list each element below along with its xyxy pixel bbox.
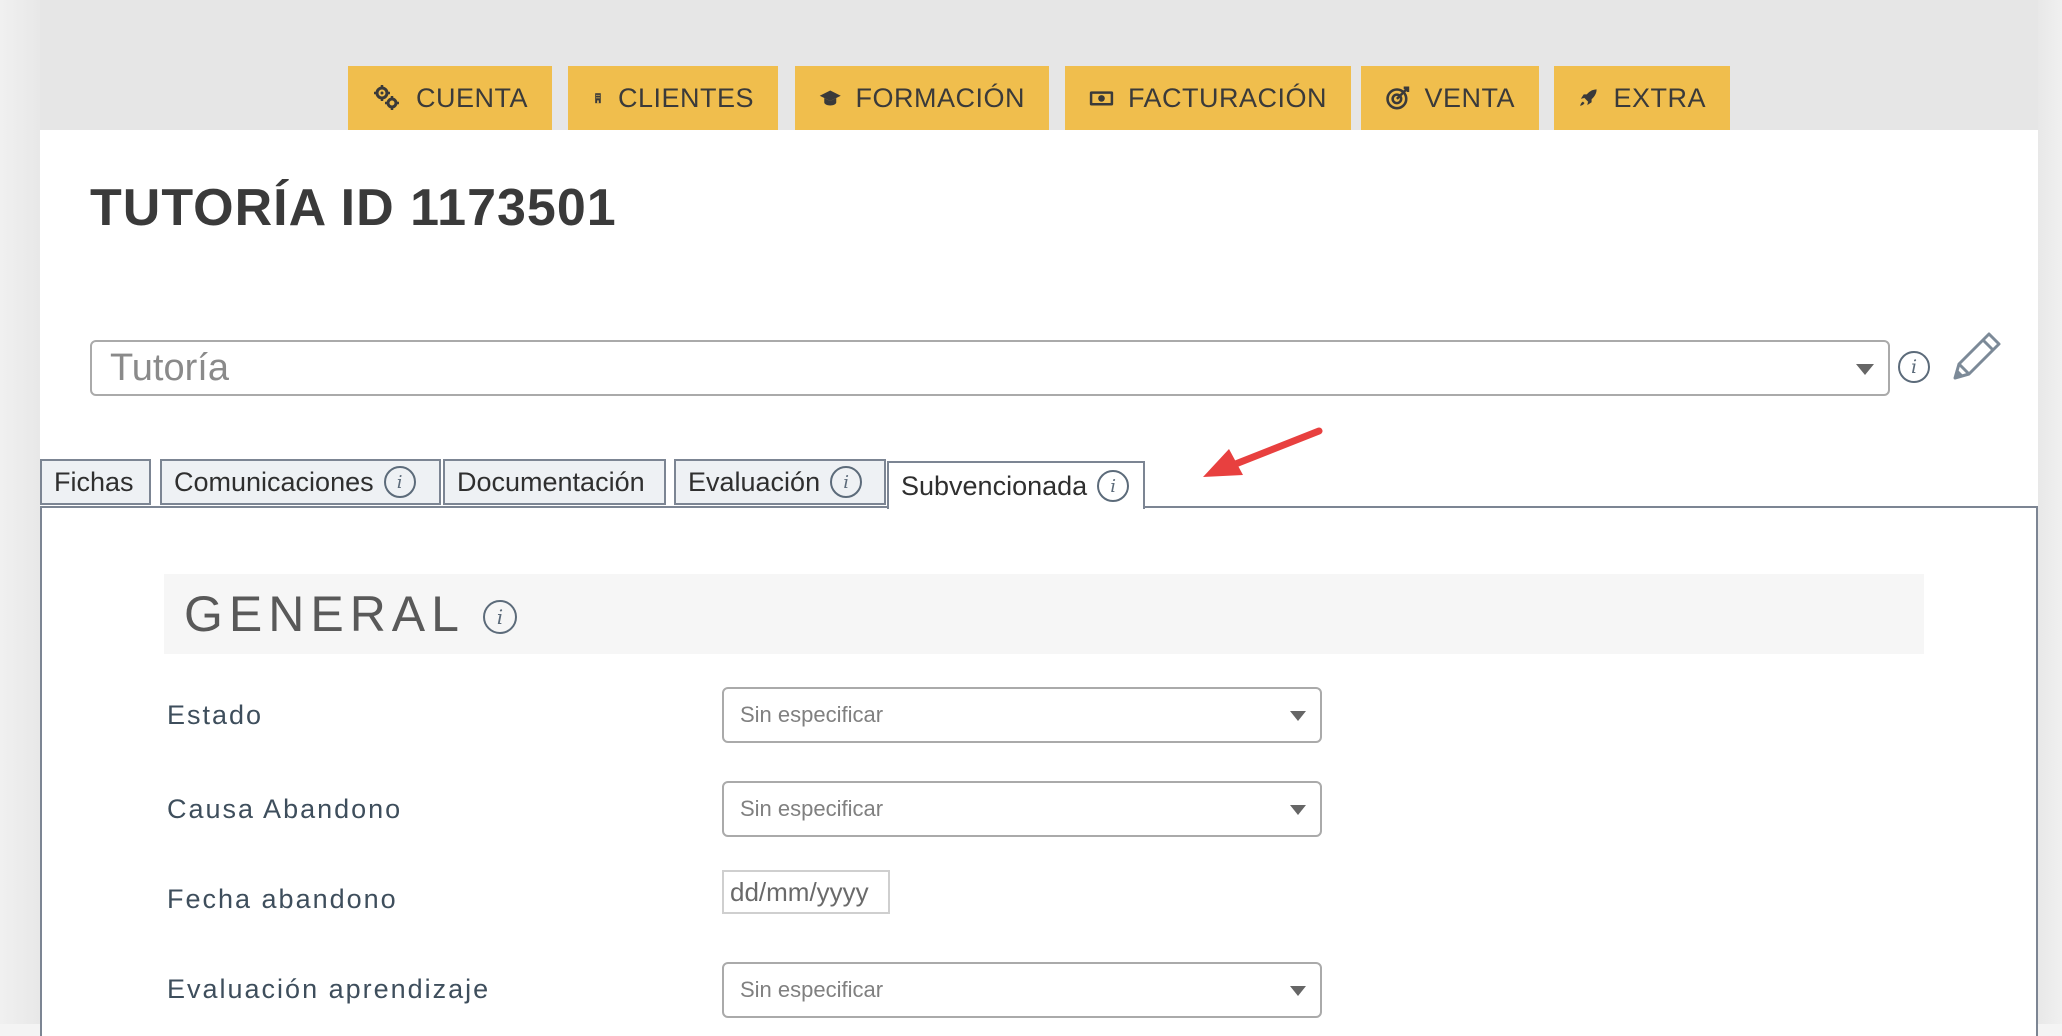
type-select[interactable]: Tutoría bbox=[90, 340, 1890, 396]
tab-comunicaciones[interactable]: Comunicaciones i bbox=[160, 459, 441, 505]
tab-label: Subvencionada bbox=[901, 470, 1088, 501]
nav-item-facturacion[interactable]: FACTURACIÓN bbox=[1065, 66, 1351, 130]
causa-abandono-value: Sin especificar bbox=[740, 796, 884, 821]
section-title: GENERAL bbox=[184, 586, 465, 642]
info-icon[interactable]: i bbox=[1898, 351, 1930, 383]
estado-value: Sin especificar bbox=[740, 702, 884, 727]
page-container: CUENTA CLIENTES FORMACIÓN FACTURACIÓN VE… bbox=[40, 0, 2038, 1036]
graduation-cap-icon bbox=[819, 90, 841, 106]
evaluacion-aprendizaje-value: Sin especificar bbox=[740, 977, 884, 1002]
nav-item-label: CLIENTES bbox=[617, 82, 754, 113]
tab-fichas[interactable]: Fichas bbox=[40, 459, 151, 505]
chevron-down-icon bbox=[1856, 364, 1874, 375]
building-icon bbox=[595, 93, 601, 104]
bullseye-icon bbox=[1386, 86, 1410, 110]
tab-label: Evaluación bbox=[688, 466, 821, 497]
chevron-down-icon bbox=[1290, 711, 1306, 721]
nav-item-formacion[interactable]: FORMACIÓN bbox=[795, 66, 1049, 130]
fecha-abandono-input[interactable]: dd/mm/yyyy bbox=[722, 870, 890, 914]
tab-label: Comunicaciones bbox=[174, 466, 374, 497]
chevron-down-icon bbox=[1290, 986, 1306, 996]
type-select-value: Tutoría bbox=[110, 346, 229, 389]
fecha-abandono-placeholder: dd/mm/yyyy bbox=[730, 876, 869, 907]
nav-item-cuenta[interactable]: CUENTA bbox=[348, 66, 552, 130]
right-gutter bbox=[2038, 0, 2062, 1024]
nav-item-clientes[interactable]: CLIENTES bbox=[568, 66, 778, 130]
tab-subvencionada[interactable]: Subvencionada i bbox=[887, 461, 1145, 509]
gears-icon bbox=[373, 85, 399, 110]
chevron-down-icon bbox=[1290, 805, 1306, 815]
rocket-icon bbox=[1580, 89, 1597, 106]
evaluacion-aprendizaje-select[interactable]: Sin especificar bbox=[722, 962, 1322, 1018]
top-navigation-bar: CUENTA CLIENTES FORMACIÓN FACTURACIÓN VE… bbox=[40, 0, 2038, 130]
causa-abandono-label: Causa Abandono bbox=[167, 794, 403, 824]
tab-label: Documentación bbox=[457, 466, 645, 497]
info-icon[interactable]: i bbox=[830, 466, 863, 498]
tab-label: Fichas bbox=[54, 466, 134, 497]
left-gutter bbox=[0, 0, 40, 1024]
info-icon[interactable]: i bbox=[1097, 470, 1130, 502]
causa-abandono-select[interactable]: Sin especificar bbox=[722, 781, 1322, 837]
section-header-general: GENERAL i bbox=[164, 574, 1924, 654]
evaluacion-aprendizaje-label: Evaluación aprendizaje bbox=[167, 974, 491, 1004]
page-title: TUTORÍA ID 1173501 bbox=[90, 179, 617, 237]
annotation-arrow bbox=[1203, 427, 1323, 477]
info-icon[interactable]: i bbox=[383, 466, 416, 498]
tab-documentacion[interactable]: Documentación bbox=[443, 459, 666, 505]
money-bill-icon bbox=[1089, 91, 1114, 106]
nav-item-venta[interactable]: VENTA bbox=[1361, 66, 1539, 130]
nav-item-label: FACTURACIÓN bbox=[1127, 82, 1327, 113]
tab-evaluacion[interactable]: Evaluación i bbox=[674, 459, 886, 505]
nav-item-label: CUENTA bbox=[415, 82, 528, 113]
nav-item-label: VENTA bbox=[1424, 82, 1515, 113]
pencil-edit-icon[interactable] bbox=[1945, 328, 2005, 388]
info-icon[interactable]: i bbox=[482, 600, 517, 634]
fecha-abandono-label: Fecha abandono bbox=[167, 884, 398, 914]
nav-item-label: EXTRA bbox=[1613, 82, 1706, 113]
nav-item-extra[interactable]: EXTRA bbox=[1554, 66, 1730, 130]
nav-item-label: FORMACIÓN bbox=[855, 82, 1025, 113]
estado-select[interactable]: Sin especificar bbox=[722, 687, 1322, 743]
estado-label: Estado bbox=[167, 700, 264, 730]
